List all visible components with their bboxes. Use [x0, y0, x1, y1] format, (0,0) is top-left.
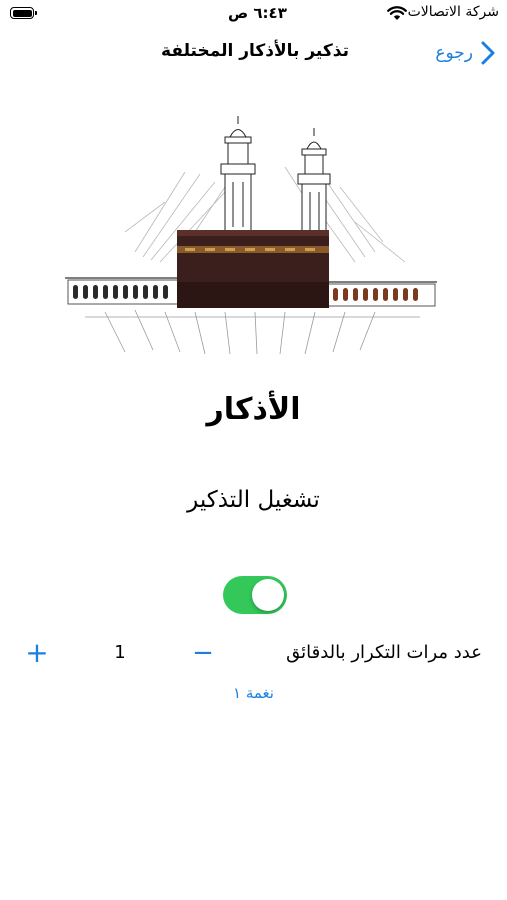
chevron-right-icon [481, 41, 495, 65]
kaaba-illustration [65, 116, 437, 355]
toggle-knob [252, 579, 284, 611]
left-arcade [65, 277, 185, 305]
carrier-name: شركة الاتصالات [407, 4, 499, 20]
minaret-right [297, 128, 331, 240]
back-button[interactable]: رجوع [435, 38, 495, 68]
status-time: ٦:٤٣ ص [228, 4, 287, 22]
tone-selector-link[interactable]: نغمة ١ [0, 684, 507, 702]
repeat-value: 1 [114, 642, 126, 663]
minus-button[interactable]: − [190, 638, 216, 668]
status-bar: ٦:٤٣ ص شركة الاتصالات [0, 0, 507, 28]
reminder-label: تشغيل التذكير [187, 487, 320, 513]
reminder-toggle[interactable] [223, 576, 287, 614]
wifi-icon [387, 6, 407, 20]
section-heading: الأذكار [206, 392, 301, 427]
repeat-stepper-row: عدد مرات التكرار بالدقائق − 1 + [0, 634, 507, 674]
navigation-bar: تذكير بالأذكار المختلفة رجوع [0, 30, 507, 74]
right-arcade [323, 281, 437, 307]
repeat-minutes-label: عدد مرات التكرار بالدقائق [286, 642, 482, 663]
battery-icon [10, 7, 37, 19]
back-label: رجوع [435, 43, 473, 63]
plus-button[interactable]: + [24, 638, 50, 668]
minaret-left [220, 116, 256, 235]
page-title: تذكير بالأذكار المختلفة [161, 41, 349, 61]
kaaba [177, 230, 329, 308]
